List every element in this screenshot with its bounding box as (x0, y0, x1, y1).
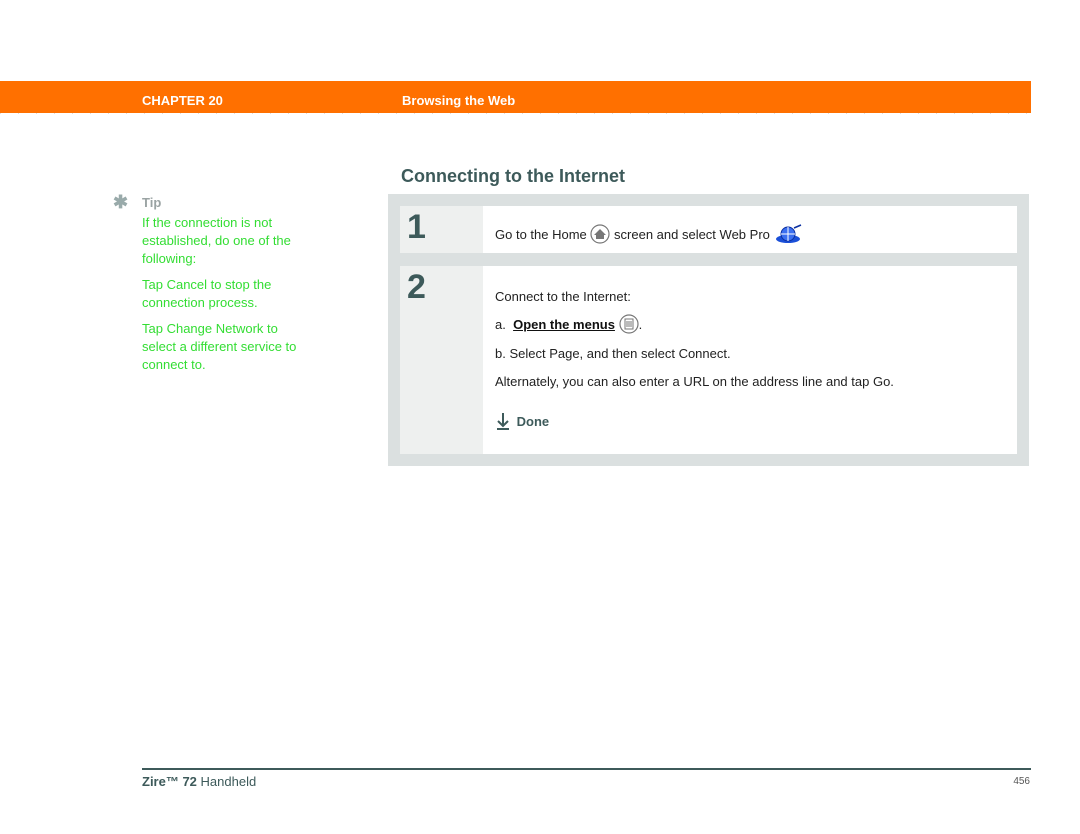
step-2-intro: Connect to the Internet: (495, 289, 631, 304)
tip-paragraph: Tap Change Network to select a different… (142, 321, 297, 372)
steps-box: 1 Go to the Home screen and select Web P… (388, 194, 1029, 466)
done-marker: Done (495, 412, 549, 433)
page-number: 456 (1013, 776, 1030, 787)
tip-label: Tip (142, 195, 162, 210)
open-menus-link[interactable]: Open the menus (513, 317, 615, 332)
step-number: 2 (400, 266, 483, 454)
step-2-alternate: Alternately, you can also enter a URL on… (495, 374, 894, 389)
section-title: Browsing the Web (402, 93, 516, 108)
tip-paragraph: If the connection is not established, do… (142, 215, 291, 266)
footer-product: Zire™ 72 Handheld (142, 774, 257, 789)
step-2-sub-a: a. Open the menus . (495, 314, 642, 337)
menu-icon (618, 314, 639, 337)
web-pro-globe-icon (774, 223, 804, 248)
step-1-text: Go to the Home screen and select Web Pro (495, 223, 804, 248)
step-1: 1 Go to the Home screen and select Web P… (400, 206, 1017, 253)
chapter-label: CHAPTER 20 (142, 93, 223, 108)
asterisk-icon: ✱ (113, 192, 129, 212)
step-2: 2 Connect to the Internet: a. Open the m… (400, 266, 1017, 454)
header-divider (0, 113, 1031, 114)
step-number: 1 (400, 206, 483, 253)
down-arrow-icon (495, 412, 513, 433)
tip-paragraph: Tap Cancel to stop the connection proces… (142, 277, 272, 310)
footer-rule (142, 768, 1031, 770)
page-heading: Connecting to the Internet (401, 166, 625, 186)
tip-text: If the connection is not established, do… (142, 214, 312, 382)
home-icon (590, 224, 611, 247)
done-label: Done (516, 413, 550, 429)
step-2-sub-b: b. Select Page, and then select Connect. (495, 346, 731, 361)
